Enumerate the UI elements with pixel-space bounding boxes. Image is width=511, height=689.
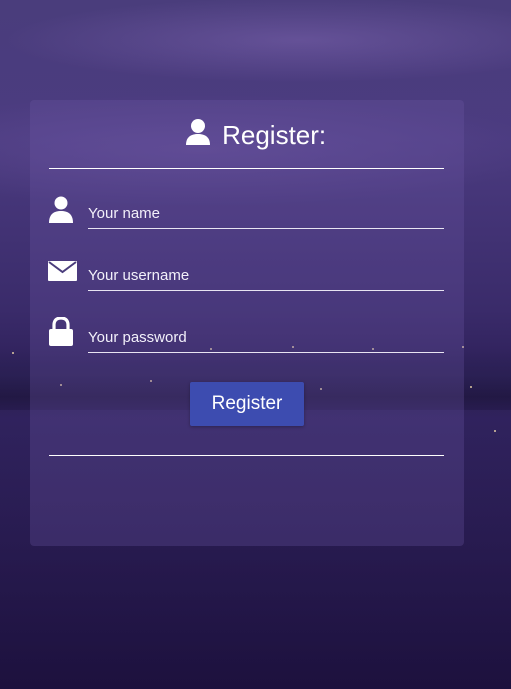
form-header: Register: [0, 118, 511, 153]
user-icon [185, 118, 211, 153]
register-button[interactable]: Register [190, 382, 304, 426]
form-title: Register: [222, 120, 327, 150]
name-field[interactable] [88, 198, 444, 229]
envelope-icon [48, 261, 77, 286]
lock-icon [48, 316, 74, 351]
username-field[interactable] [88, 260, 444, 291]
user-icon [48, 196, 74, 228]
password-field[interactable] [88, 322, 444, 353]
title-divider [49, 168, 444, 169]
footer-divider [49, 455, 444, 456]
